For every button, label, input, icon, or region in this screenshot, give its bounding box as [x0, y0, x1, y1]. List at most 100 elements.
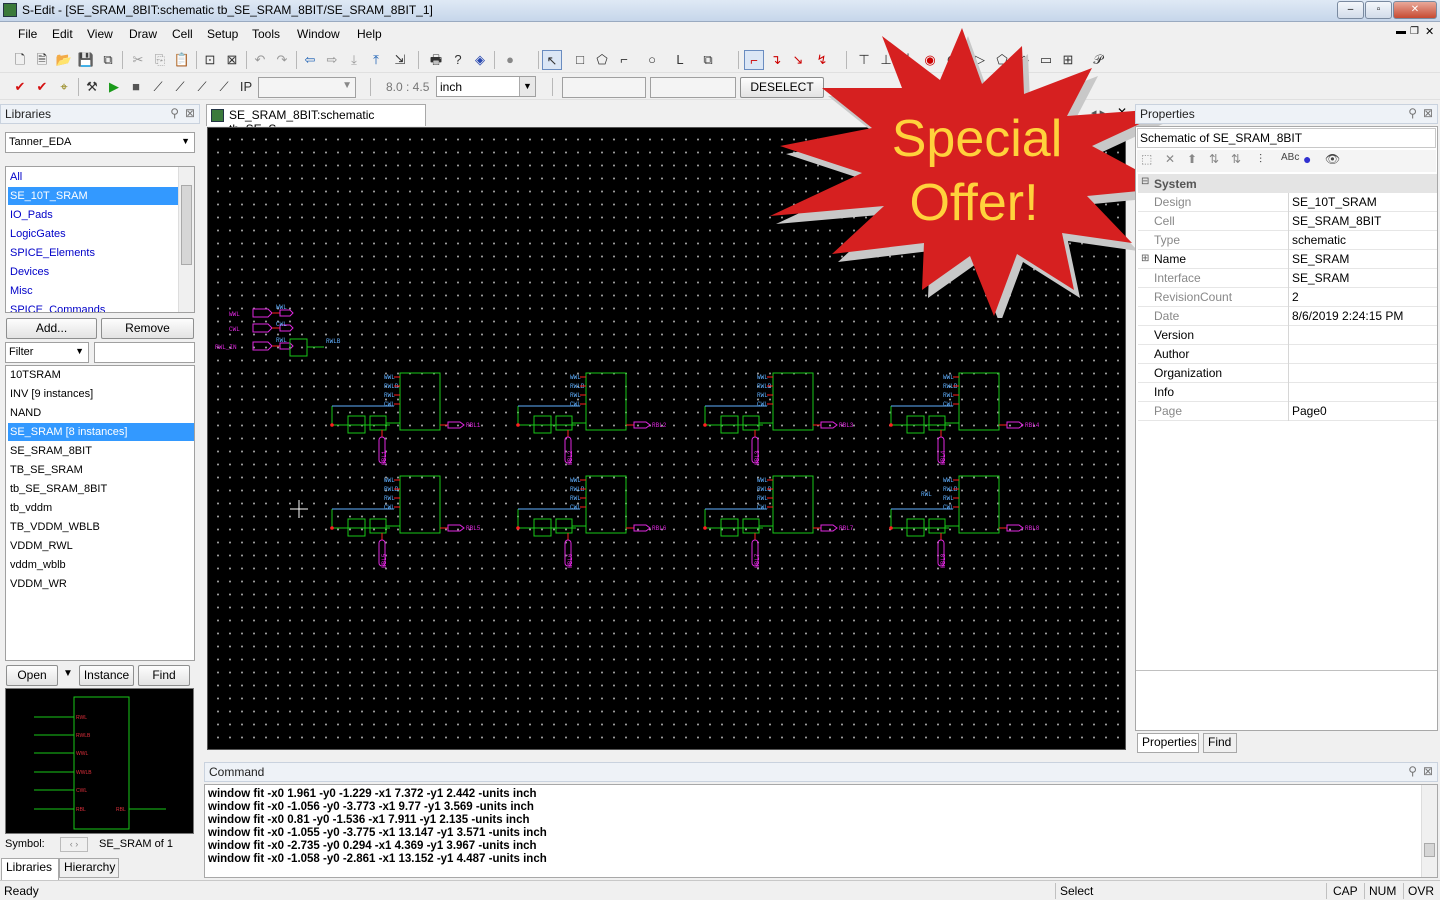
check-design-icon[interactable]: ✔ [10, 77, 30, 97]
filter-select[interactable]: Filter ▼ [5, 342, 89, 363]
tab-libraries[interactable]: Libraries [1, 858, 59, 880]
property-row[interactable]: Type schematic [1138, 231, 1437, 250]
cut-icon[interactable]: ✂ [128, 50, 148, 70]
visibility-icon[interactable]: 👁 [1325, 152, 1340, 166]
move-up-icon[interactable]: ⬆ [1187, 152, 1197, 166]
property-value[interactable]: SE_SRAM [1292, 271, 1349, 285]
pop-out-icon[interactable]: ⤒ [366, 50, 386, 70]
save-all-icon[interactable]: ⧉ [98, 50, 118, 70]
new-file-icon[interactable]: 🗋 [10, 50, 30, 70]
property-value[interactable]: 2 [1292, 290, 1299, 304]
library-item[interactable]: SPICE_Elements [8, 244, 95, 262]
library-item[interactable]: IO_Pads [8, 206, 53, 224]
filter-input[interactable] [94, 342, 195, 363]
property-value[interactable]: Page0 [1292, 404, 1327, 418]
menu-edit[interactable]: Edit [52, 27, 73, 41]
cell-item[interactable]: vddm_wblb [8, 556, 66, 574]
ip-icon[interactable]: IP [236, 77, 256, 97]
menu-help[interactable]: Help [357, 27, 382, 41]
menu-cell[interactable]: Cell [172, 27, 193, 41]
chevron-down-icon[interactable]: ▼ [75, 346, 84, 356]
net-tool-icon[interactable]: ⌐ [744, 50, 764, 70]
back-arrow-icon[interactable]: ⇦ [300, 50, 320, 70]
chevron-down-icon[interactable]: ▼ [181, 136, 190, 146]
paste-icon[interactable]: 📋 [172, 50, 192, 70]
chevron-down-icon[interactable]: ▼ [519, 77, 535, 96]
find-cell-button[interactable]: Find [138, 665, 190, 686]
close-button[interactable]: ✕ [1393, 1, 1437, 19]
probe-power-icon[interactable]: ⟋ [192, 77, 212, 97]
collapse-icon[interactable]: ⊟ [1141, 176, 1149, 187]
setup-simulation-icon[interactable]: ⚒ [82, 77, 102, 97]
library-list[interactable]: All SE_10T_SRAM IO_Pads LogicGates SPICE… [5, 166, 195, 313]
pin-icon[interactable]: ⚲ [1408, 106, 1417, 120]
mdi-minimize-icon[interactable]: ▬ [1396, 26, 1406, 37]
help-icon[interactable]: ? [448, 50, 468, 70]
symbol-nav-arrows-icon[interactable]: ‹ › [60, 837, 88, 852]
redo-icon[interactable]: ↷ [272, 50, 292, 70]
library-item[interactable]: LogicGates [8, 225, 66, 243]
property-row[interactable]: Name SE_SRAM ⊞ [1138, 250, 1437, 269]
cell-item-selected[interactable]: SE_SRAM [8 instances] [8, 423, 194, 441]
layers-icon[interactable]: ◈ [470, 50, 490, 70]
new-design-icon[interactable]: 🗎 [32, 50, 52, 70]
new-property-icon[interactable]: ⬚ [1141, 152, 1152, 166]
library-select[interactable]: Tanner_EDA ▼ [5, 132, 195, 153]
remove-library-button[interactable]: Remove [101, 318, 194, 339]
property-value[interactable]: SE_SRAM_8BIT [1292, 214, 1381, 228]
open-folder-icon[interactable]: 📂 [54, 50, 74, 70]
navigate-icon[interactable]: ⇲ [390, 50, 410, 70]
expand-icon[interactable]: ⊞ [1141, 253, 1149, 264]
menu-setup[interactable]: Setup [207, 27, 238, 41]
minimize-button[interactable]: ‒ [1337, 1, 1364, 19]
property-row[interactable]: Organization [1138, 364, 1437, 383]
property-row[interactable]: Date 8/6/2019 2:24:15 PM [1138, 307, 1437, 326]
tab-find[interactable]: Find [1203, 733, 1237, 753]
close-pane-icon[interactable]: ⊠ [185, 106, 195, 120]
property-row[interactable]: Design SE_10T_SRAM [1138, 193, 1437, 212]
run-simulation-icon[interactable]: ▶ [104, 77, 124, 97]
forward-arrow-icon[interactable]: ⇨ [322, 50, 342, 70]
rectangle-tool-icon[interactable]: □ [570, 50, 590, 70]
menu-tools[interactable]: Tools [252, 27, 280, 41]
property-row[interactable]: Interface SE_SRAM [1138, 269, 1437, 288]
property-row[interactable]: Author [1138, 345, 1437, 364]
undo-icon[interactable]: ↶ [250, 50, 270, 70]
y-field[interactable] [650, 77, 736, 98]
command-output[interactable]: window fit -x0 1.961 -y0 -1.229 -x1 7.37… [204, 784, 1438, 878]
units-select[interactable]: inch ▼ [436, 76, 536, 97]
pin-icon[interactable]: ⚲ [1408, 764, 1417, 778]
property-row[interactable]: RevisionCount 2 [1138, 288, 1437, 307]
menu-view[interactable]: View [87, 27, 113, 41]
property-row[interactable]: Page Page0 [1138, 402, 1437, 421]
categorize-icon[interactable]: ⫶ [1259, 152, 1262, 167]
system-section[interactable]: ⊟ System [1138, 174, 1437, 193]
probe-terminal-icon[interactable]: ⟋ [214, 77, 234, 97]
mdi-restore-icon[interactable]: ❐ [1410, 26, 1419, 37]
probe-voltage-icon[interactable]: ⟋ [148, 77, 168, 97]
push-into-icon[interactable]: ⤓ [344, 50, 364, 70]
cell-item[interactable]: 10TSRAM [8, 366, 61, 384]
pin-icon[interactable]: ⚲ [170, 106, 179, 120]
instance-tool-icon[interactable]: ⧉ [698, 50, 718, 70]
tab-properties[interactable]: Properties [1137, 733, 1199, 753]
property-value[interactable]: 8/6/2019 2:24:15 PM [1292, 309, 1403, 323]
label-tool-icon[interactable]: L [670, 50, 690, 70]
cell-item[interactable]: SE_SRAM_8BIT [8, 442, 92, 460]
color-icon[interactable]: ● [1303, 151, 1311, 167]
zoom-box-icon[interactable]: ⊠ [222, 50, 242, 70]
print-icon[interactable]: 🖶 [426, 50, 446, 70]
add-library-button[interactable]: Add... [6, 318, 97, 339]
cell-item[interactable]: TB_SE_SRAM [8, 461, 83, 479]
library-item[interactable]: Misc [8, 282, 33, 300]
tab-hierarchy[interactable]: Hierarchy [59, 858, 119, 878]
sort-b-icon[interactable]: ⇅ [1231, 152, 1241, 166]
polygon-tool-icon[interactable]: ⬠ [592, 50, 612, 70]
menu-file[interactable]: File [18, 27, 37, 41]
property-row[interactable]: Info [1138, 383, 1437, 402]
x-field[interactable] [562, 77, 646, 98]
stop-simulation-icon[interactable]: ■ [126, 77, 146, 97]
cell-item[interactable]: tb_vddm [8, 499, 52, 517]
library-item[interactable]: SPICE_Commands [8, 301, 105, 312]
library-item[interactable]: Devices [8, 263, 49, 281]
